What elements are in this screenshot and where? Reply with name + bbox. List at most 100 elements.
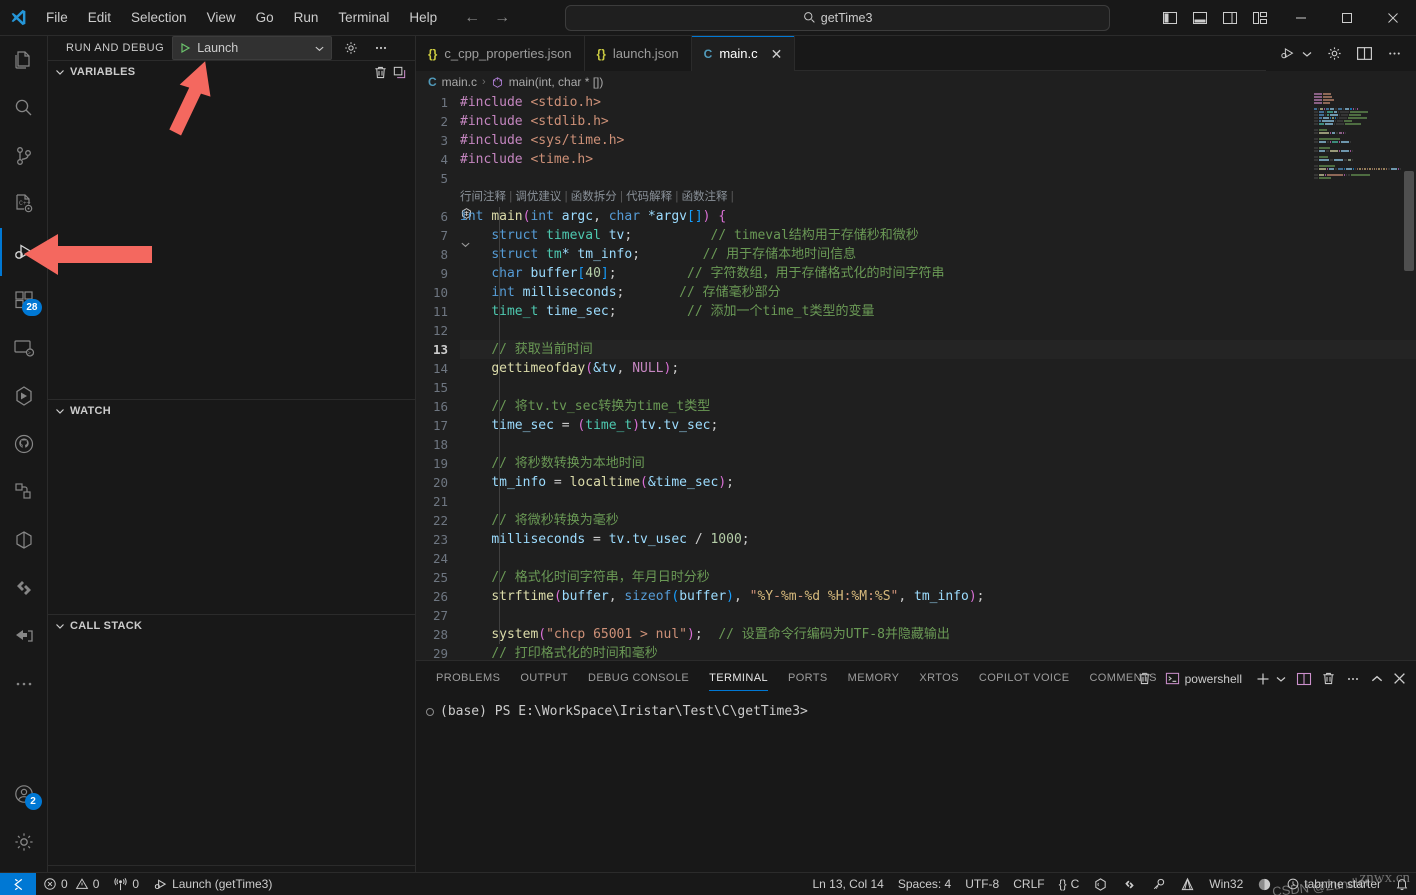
breadcrumb[interactable]: C main.c › main(int, char * []) bbox=[416, 71, 1416, 93]
close-button[interactable] bbox=[1370, 0, 1416, 36]
codelens-action-2[interactable]: 调优建议 bbox=[515, 191, 561, 203]
activitybar-github[interactable] bbox=[0, 420, 48, 468]
menu-help[interactable]: Help bbox=[400, 5, 446, 31]
code-line[interactable]: #include <sys/time.h> bbox=[460, 131, 1416, 150]
panel-tab-terminal[interactable]: TERMINAL bbox=[699, 661, 778, 696]
go-forward-icon[interactable]: → bbox=[491, 7, 513, 29]
code-line[interactable] bbox=[460, 435, 1416, 454]
code-line[interactable]: // 将tv.tv_sec转换为time_t类型 bbox=[460, 397, 1416, 416]
copy-icon[interactable] bbox=[392, 65, 407, 80]
code-line[interactable]: tm_info = localtime(&time_sec); bbox=[460, 473, 1416, 492]
code-line[interactable]: strftime(buffer, sizeof(buffer), "%Y-%m-… bbox=[460, 587, 1416, 606]
panel-tab-copilot-voice[interactable]: COPILOT VOICE bbox=[969, 661, 1080, 696]
activitybar-accounts[interactable]: 2 bbox=[0, 770, 48, 818]
code-editor[interactable]: 12345 6 7 8 9 10 11 12 13 14 15 16 17 18 19 20 21 22 23 24… bbox=[416, 93, 1416, 660]
menu-go[interactable]: Go bbox=[247, 5, 283, 31]
activitybar-extensions[interactable]: 28 bbox=[0, 276, 48, 324]
pane-header-watch[interactable]: WATCH bbox=[48, 400, 415, 422]
code-line[interactable]: system("chcp 65001 > nul"); // 设置命令行编码为U… bbox=[460, 625, 1416, 644]
activitybar-manage-settings[interactable] bbox=[0, 818, 48, 866]
terminal-body[interactable]: (base) PS E:\WorkSpace\Iristar\Test\C\ge… bbox=[416, 696, 1416, 872]
menu-terminal[interactable]: Terminal bbox=[329, 5, 398, 31]
status-launch-target[interactable]: Launch (getTime3) bbox=[146, 873, 279, 895]
code-line[interactable]: int milliseconds; // 存储毫秒部分 bbox=[460, 283, 1416, 302]
status-indentation[interactable]: Spaces: 4 bbox=[891, 873, 958, 895]
code-line[interactable]: milliseconds = tv.tv_usec / 1000; bbox=[460, 530, 1416, 549]
menu-view[interactable]: View bbox=[198, 5, 245, 31]
codelens-action-3[interactable]: 函数拆分 bbox=[571, 191, 617, 203]
navigation-arrows[interactable]: ← → bbox=[461, 7, 513, 29]
codelens-action-1[interactable]: 行间注释 bbox=[460, 191, 506, 203]
code-line[interactable]: // 将秒数转换为本地时间 bbox=[460, 454, 1416, 473]
ellipsis-icon[interactable] bbox=[1345, 671, 1361, 687]
window-controls[interactable] bbox=[1278, 0, 1416, 36]
code-line[interactable]: #include <stdio.h> bbox=[460, 93, 1416, 112]
activitybar-sonarlint[interactable] bbox=[0, 564, 48, 612]
open-launch-settings-gear-icon[interactable] bbox=[340, 37, 362, 59]
status-sonarlint[interactable] bbox=[1115, 873, 1144, 895]
status-problems[interactable]: 0 0 bbox=[36, 873, 106, 895]
kill-terminal-trash-icon[interactable] bbox=[1321, 671, 1336, 686]
tab-main-c[interactable]: C main.c ✕ bbox=[691, 36, 796, 71]
tab-launch-json[interactable]: {} launch.json bbox=[584, 36, 692, 71]
code-line[interactable]: #include <stdlib.h> bbox=[460, 112, 1416, 131]
minimap[interactable] bbox=[1310, 93, 1402, 660]
minimize-button[interactable] bbox=[1278, 0, 1324, 36]
terminal-tab-powershell[interactable]: powershell bbox=[1161, 669, 1246, 688]
code-line[interactable] bbox=[460, 492, 1416, 511]
code-line[interactable] bbox=[460, 606, 1416, 625]
menu-bar[interactable]: File Edit Selection View Go Run Terminal… bbox=[36, 0, 447, 36]
maximize-panel-chevron-up-icon[interactable] bbox=[1370, 672, 1384, 686]
code-lines[interactable]: #include <stdio.h> #include <stdlib.h> #in… bbox=[460, 93, 1416, 660]
launch-config-dropdown[interactable]: Launch bbox=[172, 36, 333, 60]
activitybar-docker[interactable] bbox=[0, 516, 48, 564]
search-input[interactable]: getTime3 bbox=[565, 4, 1111, 31]
menu-edit[interactable]: Edit bbox=[79, 5, 120, 31]
customize-layout-icon[interactable] bbox=[1252, 10, 1268, 26]
activitybar-cpp-tools[interactable]: C++ bbox=[0, 180, 48, 228]
panel-tab-output[interactable]: OUTPUT bbox=[510, 661, 578, 696]
close-panel-icon[interactable] bbox=[1393, 672, 1406, 685]
go-back-icon[interactable]: ← bbox=[461, 7, 483, 29]
code-line[interactable] bbox=[460, 549, 1416, 568]
activitybar-test-explorer[interactable] bbox=[0, 468, 48, 516]
code-line[interactable] bbox=[460, 321, 1416, 340]
sidebar-more-actions-icon[interactable] bbox=[370, 37, 392, 59]
code-line[interactable]: struct timeval tv; // timeval结构用于存储秒和微秒 bbox=[460, 226, 1416, 245]
code-line[interactable]: struct tm* tm_info; // 用于存储本地时间信息 bbox=[460, 245, 1416, 264]
toggle-panel-icon[interactable] bbox=[1192, 10, 1208, 26]
activitybar-run-and-debug[interactable] bbox=[0, 228, 48, 276]
code-line[interactable]: // 获取当前时间 bbox=[460, 340, 1416, 359]
panel-tab-ports[interactable]: PORTS bbox=[778, 661, 838, 696]
activitybar-search[interactable] bbox=[0, 84, 48, 132]
trash-icon[interactable] bbox=[373, 65, 388, 80]
panel-tab-memory[interactable]: MEMORY bbox=[838, 661, 910, 696]
status-language-mode[interactable]: {} C bbox=[1052, 873, 1087, 895]
remote-window-indicator[interactable] bbox=[0, 872, 36, 895]
activitybar-remote-explorer[interactable]: >_ bbox=[0, 324, 48, 372]
editor-scroll-thumb[interactable] bbox=[1404, 171, 1414, 271]
status-cpp-intellisense[interactable] bbox=[1086, 873, 1115, 895]
editor-settings-gear-icon[interactable] bbox=[1326, 45, 1343, 62]
menu-selection[interactable]: Selection bbox=[122, 5, 196, 31]
code-line[interactable] bbox=[460, 378, 1416, 397]
code-line[interactable]: time_t time_sec; // 添加一个time_t类型的变量 bbox=[460, 302, 1416, 321]
code-line[interactable] bbox=[460, 169, 1416, 188]
chevron-down-icon[interactable] bbox=[1301, 48, 1313, 60]
activitybar-import[interactable] bbox=[0, 612, 48, 660]
status-cmake-kit[interactable]: Win32 bbox=[1202, 873, 1250, 895]
activitybar-source-control[interactable] bbox=[0, 132, 48, 180]
editor-scrollbar[interactable] bbox=[1402, 93, 1416, 660]
code-line[interactable]: // 打印格式化的时间和毫秒 bbox=[460, 644, 1416, 660]
code-line[interactable]: // 将微秒转换为毫秒 bbox=[460, 511, 1416, 530]
split-terminal-icon[interactable] bbox=[1296, 671, 1312, 687]
codelens-bar[interactable]: 行间注释 | 调优建议 | 函数拆分 | 代码解释 | 函数注释 | bbox=[460, 188, 1416, 248]
layout-controls[interactable] bbox=[1162, 10, 1278, 26]
code-line[interactable]: time_sec = (time_t)tv.tv_sec; bbox=[460, 416, 1416, 435]
status-copilot[interactable] bbox=[1250, 873, 1279, 895]
code-line[interactable]: // 格式化时间字符串，年月日时分秒 bbox=[460, 568, 1416, 587]
status-encoding[interactable]: UTF-8 bbox=[958, 873, 1006, 895]
chevron-down-icon[interactable] bbox=[54, 620, 66, 632]
activitybar-more-views[interactable] bbox=[0, 660, 48, 708]
breadcrumb-file[interactable]: main.c bbox=[442, 75, 477, 89]
